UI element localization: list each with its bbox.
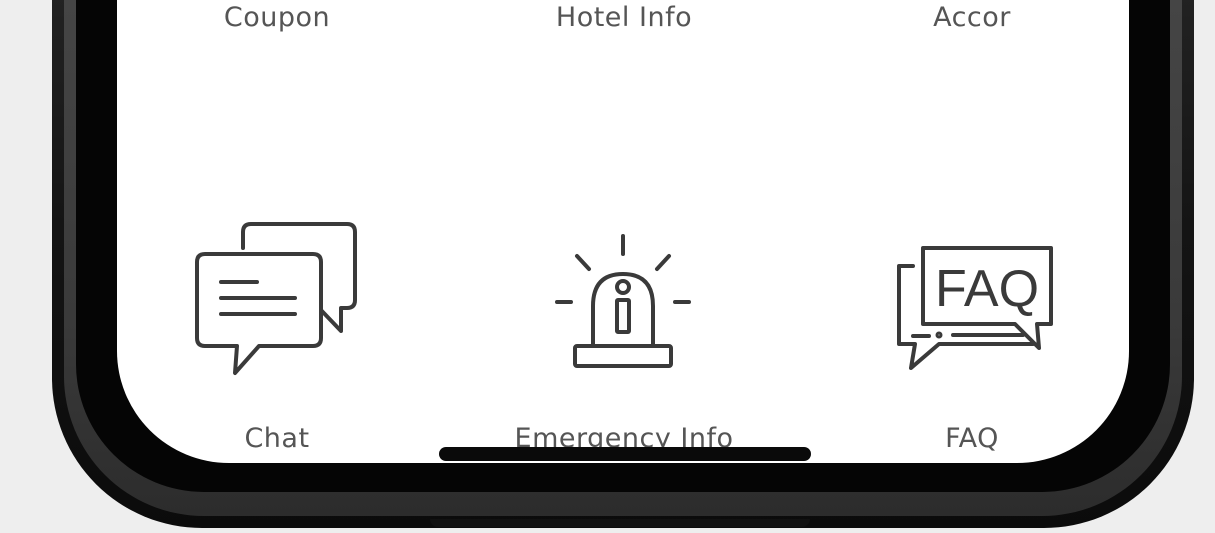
chat-tile-label[interactable]: Chat — [117, 423, 437, 454]
page: { "grid": { "row1": [ {"label": "Coupon"… — [0, 0, 1215, 533]
phone-screen: Coupon Hotel Info Accor FAQ Chat Emergen… — [117, 0, 1129, 463]
chat-bubbles-icon[interactable] — [195, 218, 360, 380]
siren-info-icon[interactable] — [555, 234, 691, 372]
faq-icon-text: FAQ — [935, 260, 1039, 318]
hotel-info-tile-label[interactable]: Hotel Info — [464, 2, 784, 33]
home-indicator[interactable] — [439, 447, 811, 461]
coupon-tile-label[interactable]: Coupon — [117, 2, 437, 33]
faq-tile-label[interactable]: FAQ — [812, 423, 1129, 454]
phone-bottom-edge — [430, 519, 810, 527]
faq-bubbles-icon[interactable]: FAQ — [895, 244, 1057, 374]
accor-tile-label[interactable]: Accor — [812, 2, 1129, 33]
